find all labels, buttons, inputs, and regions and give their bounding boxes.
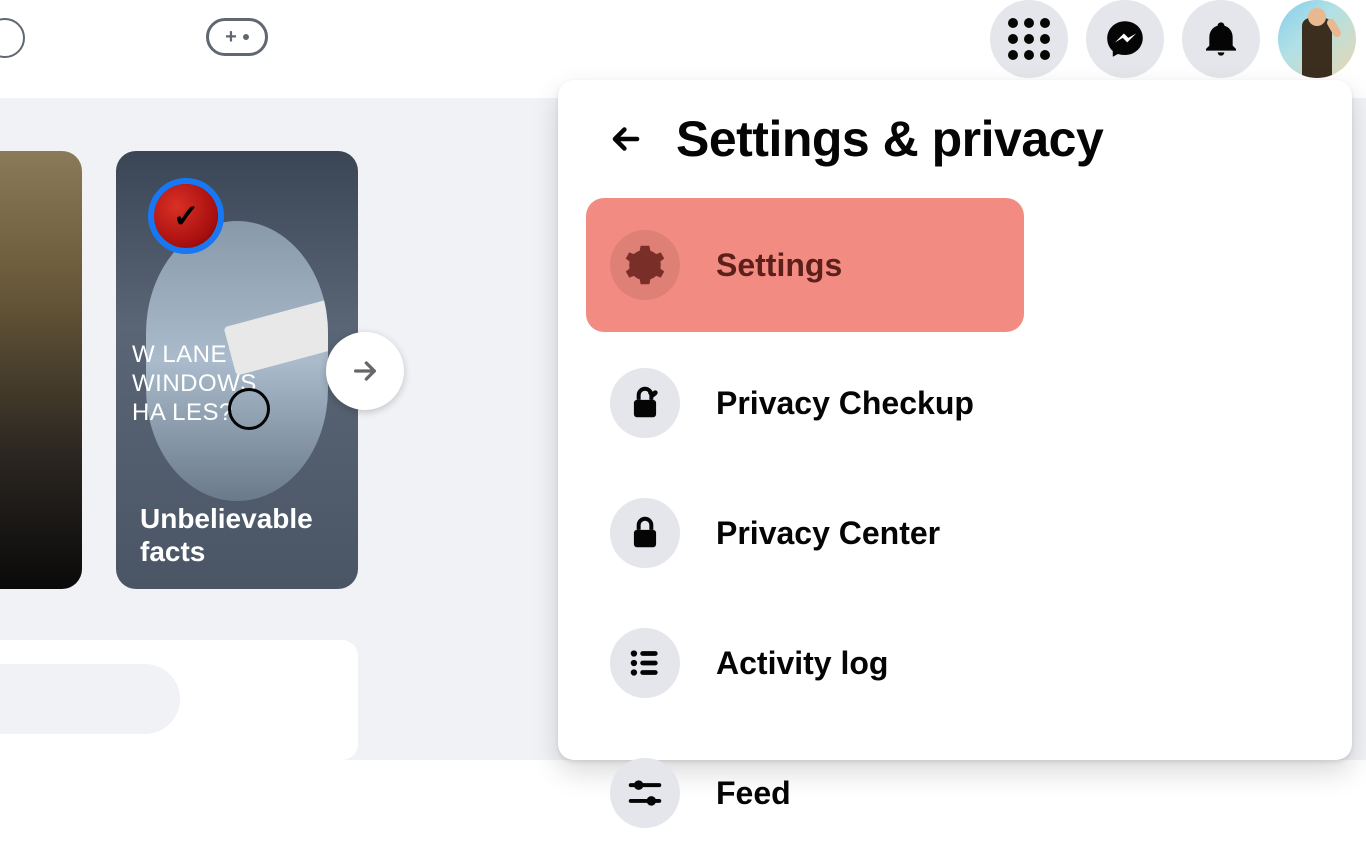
menu-icon-wrap	[610, 628, 680, 698]
menu-icon-wrap	[610, 368, 680, 438]
messenger-icon	[1105, 19, 1145, 59]
menu-button[interactable]	[990, 0, 1068, 78]
menu-label: Privacy Center	[716, 515, 940, 552]
header-left-circle	[0, 18, 25, 58]
lock-icon	[626, 514, 664, 552]
story-author-ring[interactable]: ✓	[148, 178, 224, 254]
menu-icon-wrap	[610, 498, 680, 568]
story-next-button[interactable]	[326, 332, 404, 410]
post-composer	[0, 640, 358, 760]
menu-icon	[1008, 18, 1050, 60]
notifications-button[interactable]	[1182, 0, 1260, 78]
menu-item-privacy-center[interactable]: Privacy Center	[586, 474, 1006, 592]
messenger-button[interactable]	[1086, 0, 1164, 78]
story-author-avatar: ✓	[154, 184, 218, 248]
profile-avatar[interactable]	[1278, 0, 1356, 78]
story-focus-indicator	[228, 388, 270, 430]
menu-item-activity-log[interactable]: Activity log	[586, 604, 1006, 722]
story-2-title: Unbelievable facts	[140, 502, 334, 569]
sliders-icon	[626, 774, 664, 812]
settings-menu-list: Settings Privacy Checkup Privacy Center	[586, 198, 1324, 852]
menu-label: Settings	[716, 247, 842, 284]
menu-item-privacy-checkup[interactable]: Privacy Checkup	[586, 344, 1006, 462]
menu-item-feed[interactable]: Feed	[586, 734, 1006, 852]
settings-privacy-panel: Settings & privacy Settings Privacy Chec…	[558, 80, 1352, 760]
panel-title: Settings & privacy	[676, 110, 1103, 168]
menu-label: Feed	[716, 775, 791, 812]
back-button[interactable]	[604, 117, 648, 161]
menu-item-settings[interactable]: Settings	[586, 198, 1024, 332]
menu-label: Activity log	[716, 645, 888, 682]
gaming-plus-glyph: +	[225, 27, 237, 47]
header-right-group	[990, 0, 1356, 78]
gaming-icon[interactable]: +	[206, 18, 268, 56]
arrow-right-icon	[349, 355, 381, 387]
arrow-left-icon	[607, 120, 645, 158]
menu-icon-wrap	[610, 758, 680, 828]
bell-icon	[1201, 19, 1241, 59]
gaming-dot-glyph	[243, 34, 249, 40]
gear-icon	[624, 244, 666, 286]
menu-icon-wrap	[610, 230, 680, 300]
menu-label: Privacy Checkup	[716, 385, 974, 422]
panel-header: Settings & privacy	[586, 110, 1324, 168]
composer-input[interactable]	[0, 664, 180, 734]
list-icon	[626, 644, 664, 682]
story-card-1[interactable]: H	[0, 151, 82, 589]
lock-heart-icon	[626, 384, 664, 422]
